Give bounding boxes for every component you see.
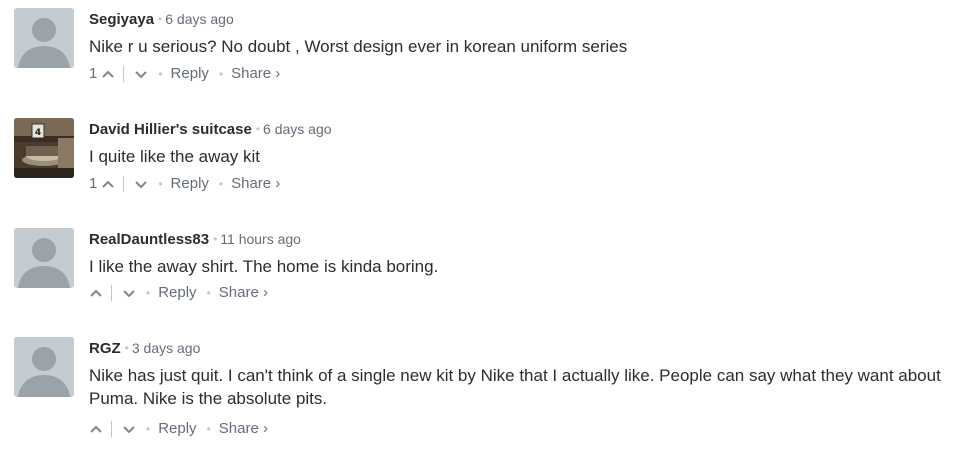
vote-count: 1 [89,175,98,192]
vote-divider [123,66,125,82]
share-button[interactable]: Share › [219,419,268,439]
default-avatar-icon [14,228,74,288]
share-button[interactable]: Share › [231,174,280,194]
avatar-number: 4 [35,128,41,138]
avatar[interactable] [14,337,74,397]
avatar[interactable]: 4 [14,118,74,178]
reply-button[interactable]: Reply [158,283,196,303]
action-dot: • [158,177,163,191]
suitcase-photo-avatar: 4 [14,118,74,178]
comment-meta: Segiyaya • 6 days ago [89,11,234,28]
meta-dot: • [255,122,261,136]
meta-dot: • [158,12,163,26]
action-dot: • [218,67,224,81]
chevron-up-icon[interactable] [101,67,115,81]
action-dot: • [158,67,163,81]
comment-actions: 1 • Reply • Share › [89,174,280,194]
default-avatar-icon [14,337,74,397]
comment-text: Nike r u serious? No doubt , Worst desig… [89,37,628,56]
avatar[interactable] [14,228,74,288]
action-dot: • [146,422,151,436]
reply-button[interactable]: Reply [158,419,196,439]
chevron-up-icon[interactable] [101,177,115,191]
share-button[interactable]: Share › [219,283,268,303]
comment-actions: • Reply • Share › [89,419,268,439]
comment-meta: RealDauntless83 • 11 hours ago [89,231,301,248]
reply-button[interactable]: Reply [171,64,209,84]
action-dot: • [206,422,211,436]
chevron-down-icon[interactable] [134,177,148,191]
meta-dot: • [124,341,129,355]
vote-divider [111,285,112,301]
comment-text: I like the away shirt. The home is kinda… [89,257,439,276]
vote-divider [111,421,112,437]
avatar[interactable] [14,8,74,68]
share-button[interactable]: Share › [231,64,280,84]
comment-author[interactable]: Segiyaya [89,11,154,28]
reply-button[interactable]: Reply [171,174,209,194]
chevron-up-icon[interactable] [89,286,103,300]
comment-time[interactable]: 6 days ago [165,11,234,27]
comment-author[interactable]: David Hillier's suitcase [89,121,252,138]
action-dot: • [146,286,151,300]
comment-meta: RGZ • 3 days ago [89,340,200,357]
comment-author[interactable]: RealDauntless83 [89,231,209,248]
comment-time[interactable]: 11 hours ago [220,231,301,247]
comment-actions: • Reply • Share › [89,283,268,303]
comment-text: I quite like the away kit [89,147,261,166]
action-dot: • [206,286,211,300]
vote-count: 1 [89,65,98,82]
comment-meta: David Hillier's suitcase • 6 days ago [89,121,332,138]
chevron-down-icon[interactable] [122,286,136,300]
chevron-down-icon[interactable] [134,67,148,81]
action-dot: • [218,177,224,191]
meta-dot: • [213,232,218,246]
comment-actions: 1 • Reply • Share › [89,64,280,84]
default-avatar-icon [14,8,74,68]
comment-author[interactable]: RGZ [89,340,121,357]
comment-text: Nike has just quit. I can't think of a s… [89,366,941,408]
chevron-up-icon[interactable] [89,422,103,436]
chevron-down-icon[interactable] [122,422,136,436]
comment-time[interactable]: 6 days ago [263,121,332,137]
vote-divider [123,176,125,192]
comment-time[interactable]: 3 days ago [132,340,201,356]
